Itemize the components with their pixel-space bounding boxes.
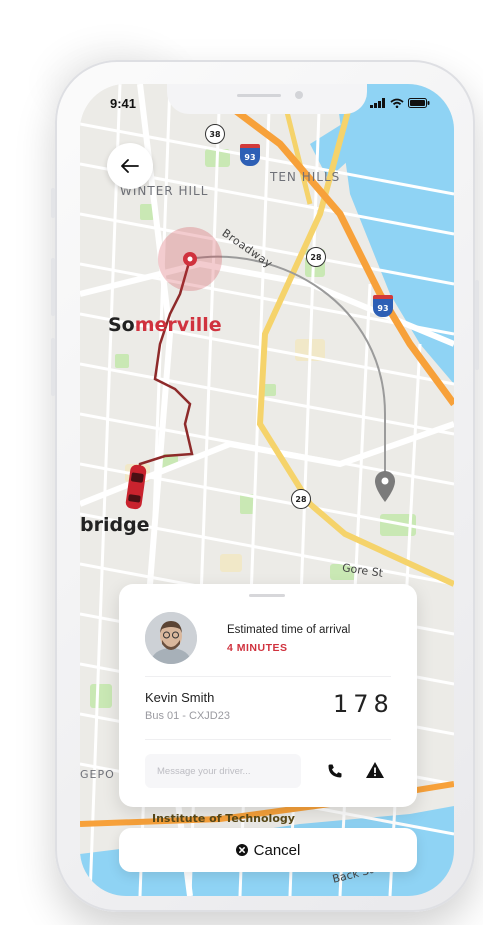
interstate-93-shield: 93 — [240, 144, 260, 166]
bus-info: Bus 01 - CXJD23 — [145, 710, 230, 722]
interstate-93-shield: 93 — [373, 295, 393, 317]
sheet-drag-handle[interactable] — [249, 594, 285, 597]
power-button — [475, 280, 479, 370]
back-arrow-icon — [121, 159, 139, 173]
route-28-shield: 28 — [291, 489, 311, 509]
device-notch — [167, 84, 367, 114]
eta-value: 4 MINUTES — [227, 642, 288, 654]
driver-name: Kevin Smith — [145, 690, 215, 705]
route-38-shield: 38 — [205, 124, 225, 144]
status-time: 9:41 — [110, 96, 137, 111]
map-label-institute: Institute of Technology — [152, 812, 295, 825]
volume-down-button — [51, 338, 55, 396]
map-label-gepo: GEPO — [80, 768, 115, 781]
map-label-somerville: Somerville — [108, 314, 222, 336]
phone-screen: WINTER HILL TEN HILLS Broadway Gore St B… — [80, 84, 454, 896]
report-issue-button[interactable] — [363, 758, 387, 782]
map-label-ten-hills: TEN HILLS — [270, 170, 341, 184]
route-28-shield: 28 — [306, 247, 326, 267]
back-button[interactable] — [107, 143, 153, 189]
close-circle-icon — [235, 844, 248, 856]
driver-avatar — [145, 612, 197, 664]
mute-switch — [51, 188, 55, 218]
cancel-label: Cancel — [253, 841, 301, 859]
warning-icon — [366, 762, 384, 778]
battery-icon — [408, 98, 430, 108]
cancel-button[interactable]: Cancel — [119, 828, 417, 872]
message-driver-input[interactable] — [145, 754, 301, 788]
volume-up-button — [51, 258, 55, 316]
trip-info-sheet: Estimated time of arrival 4 MINUTES Kevi… — [119, 584, 417, 807]
divider — [145, 676, 391, 677]
map-label-cambridge: bridge — [80, 514, 150, 536]
phone-icon — [328, 764, 342, 778]
status-icons — [370, 98, 430, 108]
wifi-icon — [390, 98, 404, 108]
signal-icon — [370, 98, 385, 108]
call-driver-button[interactable] — [323, 759, 347, 783]
eta-label: Estimated time of arrival — [227, 624, 351, 636]
plate-number: 178 — [333, 690, 394, 718]
divider — [145, 739, 391, 740]
